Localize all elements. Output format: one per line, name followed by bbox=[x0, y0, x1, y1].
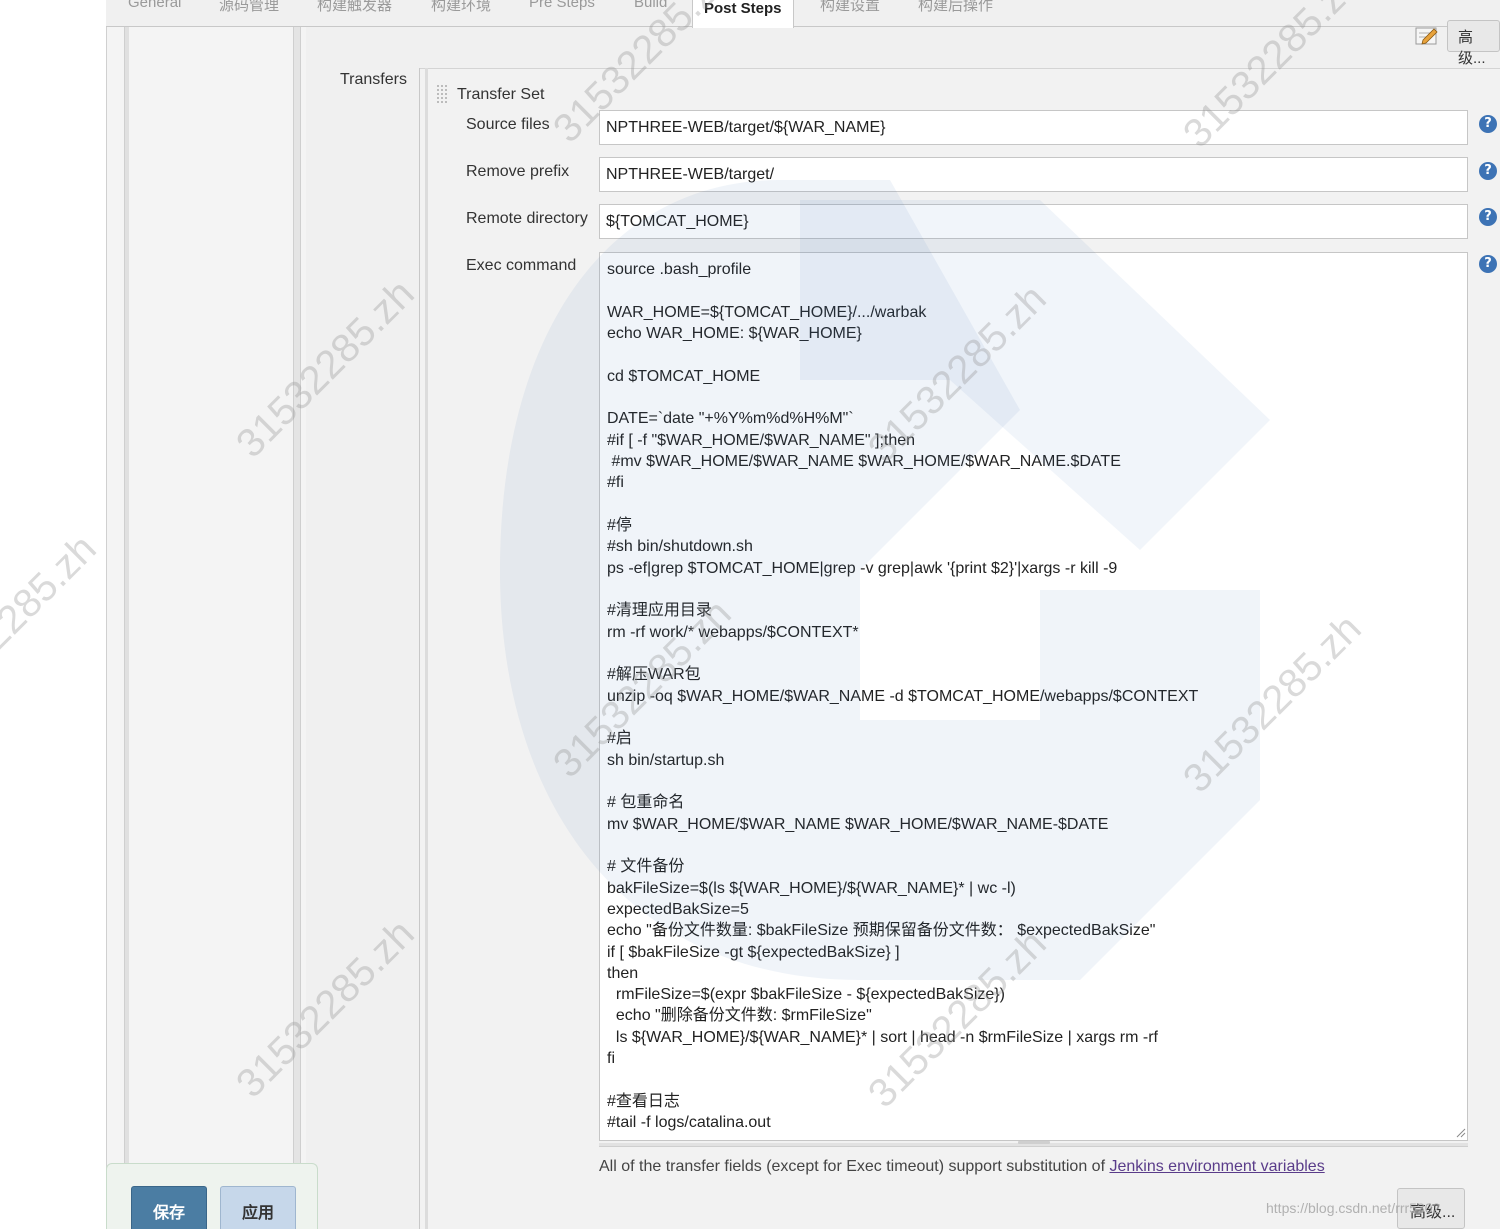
remote-directory-label: Remote directory bbox=[466, 210, 588, 227]
drag-handle-icon[interactable] bbox=[436, 84, 448, 104]
substitution-note-text: All of the transfer fields (except for E… bbox=[599, 1158, 1110, 1175]
site-watermark: https://blog.csdn.net/rrr5302 bbox=[1266, 1200, 1441, 1216]
advanced-button-top[interactable]: 高级... bbox=[1447, 20, 1500, 67]
help-icon[interactable]: ? bbox=[1479, 255, 1497, 273]
exec-command-label: Exec command bbox=[466, 257, 577, 274]
left-column-divider bbox=[293, 27, 301, 1167]
help-icon[interactable]: ? bbox=[1479, 115, 1497, 133]
jenkins-env-vars-link[interactable]: Jenkins environment variables bbox=[1109, 1158, 1324, 1175]
left-column-rail bbox=[124, 27, 129, 1167]
transfer-set-title: Transfer Set bbox=[457, 86, 545, 103]
save-button[interactable]: 保存 bbox=[131, 1186, 207, 1229]
tab-post-build-actions[interactable]: 构建后操作 bbox=[918, 0, 993, 15]
tab-build-environment[interactable]: 构建环境 bbox=[431, 0, 491, 15]
help-icon[interactable]: ? bbox=[1479, 208, 1497, 226]
tab-build-settings[interactable]: 构建设置 bbox=[820, 0, 880, 15]
textarea-expand-handle[interactable] bbox=[1018, 1141, 1050, 1144]
tab-scm[interactable]: 源码管理 bbox=[219, 0, 279, 15]
transfers-label: Transfers bbox=[340, 71, 407, 88]
edit-icon[interactable] bbox=[1414, 25, 1440, 47]
remote-directory-input[interactable] bbox=[599, 204, 1468, 239]
source-files-label: Source files bbox=[466, 116, 550, 133]
remove-prefix-input[interactable] bbox=[599, 157, 1468, 192]
source-files-input[interactable] bbox=[599, 110, 1468, 145]
resize-grip-icon[interactable] bbox=[1455, 1127, 1466, 1138]
transfer-set-rail bbox=[425, 68, 428, 1229]
tab-pre-steps[interactable]: Pre Steps bbox=[529, 0, 595, 11]
help-icon[interactable]: ? bbox=[1479, 162, 1497, 180]
exec-command-textarea[interactable]: source .bash_profile WAR_HOME=${TOMCAT_H… bbox=[599, 252, 1468, 1141]
apply-button[interactable]: 应用 bbox=[220, 1186, 296, 1229]
tab-general[interactable]: General bbox=[128, 0, 181, 11]
tab-build-triggers[interactable]: 构建触发器 bbox=[317, 0, 392, 15]
substitution-note: All of the transfer fields (except for E… bbox=[599, 1158, 1325, 1176]
transfer-set-top-border bbox=[420, 68, 1500, 69]
remove-prefix-label: Remove prefix bbox=[466, 163, 570, 180]
